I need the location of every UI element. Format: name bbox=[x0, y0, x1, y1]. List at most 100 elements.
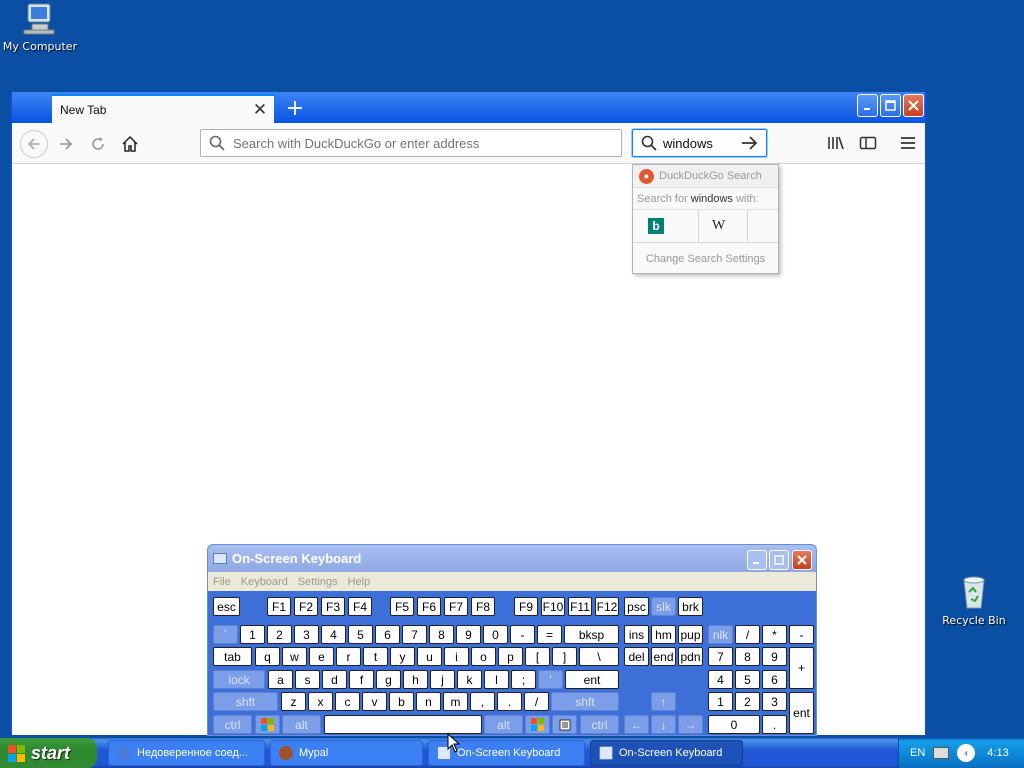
key-minus[interactable]: - bbox=[510, 625, 535, 644]
key-num-3[interactable]: 3 bbox=[762, 692, 787, 711]
key-equals[interactable]: = bbox=[537, 625, 562, 644]
search-go-button[interactable] bbox=[738, 132, 760, 154]
key-m[interactable]: m bbox=[443, 692, 468, 711]
keyboard-tray-icon[interactable] bbox=[933, 747, 950, 759]
key-comma[interactable]: , bbox=[470, 692, 495, 711]
key-win-right[interactable] bbox=[525, 715, 550, 734]
key-num-multiply[interactable]: * bbox=[762, 625, 787, 644]
key-8[interactable]: 8 bbox=[429, 625, 454, 644]
key-f[interactable]: f bbox=[349, 670, 374, 689]
key-num-plus[interactable]: + bbox=[789, 647, 814, 689]
key-arrow-down[interactable]: ↓ bbox=[651, 715, 676, 734]
key-end[interactable]: end bbox=[651, 647, 676, 666]
key-backtick[interactable]: ` bbox=[213, 625, 238, 644]
language-indicator[interactable]: EN bbox=[910, 747, 925, 759]
key-rbracket[interactable]: ] bbox=[552, 647, 577, 666]
change-search-settings-button[interactable]: Change Search Settings bbox=[633, 243, 778, 274]
key-ctrl-right[interactable]: ctrl bbox=[580, 715, 619, 734]
tab-new-tab[interactable]: New Tab ✕ bbox=[52, 94, 274, 123]
new-tab-button[interactable]: + bbox=[282, 95, 308, 121]
key-numlock[interactable]: nlk bbox=[708, 625, 733, 644]
recycle-bin-icon[interactable]: Recycle Bin bbox=[934, 574, 1014, 627]
key-f9[interactable]: F9 bbox=[514, 597, 538, 616]
taskbar-item-osk-2[interactable]: On-Screen Keyboard bbox=[590, 740, 743, 766]
address-input[interactable] bbox=[233, 135, 613, 151]
key-0[interactable]: 0 bbox=[483, 625, 508, 644]
my-computer-icon[interactable]: My Computer bbox=[0, 2, 80, 53]
key-num-minus[interactable]: - bbox=[789, 625, 814, 644]
key-shift-right[interactable]: shft bbox=[551, 692, 619, 711]
clock[interactable]: 4:13 bbox=[987, 747, 1008, 759]
key-arrow-left[interactable]: ← bbox=[624, 715, 649, 734]
key-brk[interactable]: brk bbox=[678, 597, 703, 616]
key-5[interactable]: 5 bbox=[348, 625, 373, 644]
key-ctrl-left[interactable]: ctrl bbox=[213, 715, 252, 734]
library-button[interactable] bbox=[824, 131, 848, 155]
key-num-7[interactable]: 7 bbox=[708, 647, 733, 666]
key-w[interactable]: w bbox=[282, 647, 307, 666]
key-r[interactable]: r bbox=[336, 647, 361, 666]
key-menu[interactable] bbox=[552, 715, 577, 734]
key-f12[interactable]: F12 bbox=[595, 597, 619, 616]
maximize-button[interactable] bbox=[880, 94, 901, 117]
bing-engine-button[interactable]: b bbox=[648, 210, 698, 243]
key-6[interactable]: 6 bbox=[375, 625, 400, 644]
reload-button[interactable] bbox=[84, 130, 112, 158]
key-tab[interactable]: tab bbox=[213, 647, 252, 666]
key-quote[interactable]: ' bbox=[538, 670, 563, 689]
key-f3[interactable]: F3 bbox=[321, 597, 345, 616]
key-h[interactable]: h bbox=[403, 670, 428, 689]
key-l[interactable]: l bbox=[484, 670, 509, 689]
key-ins[interactable]: ins bbox=[624, 625, 649, 644]
key-pgdn[interactable]: pdn bbox=[678, 647, 703, 666]
key-capslock[interactable]: lock bbox=[213, 670, 265, 689]
key-1[interactable]: 1 bbox=[240, 625, 265, 644]
key-num-divide[interactable]: / bbox=[735, 625, 760, 644]
key-num-2[interactable]: 2 bbox=[735, 692, 760, 711]
key-num-6[interactable]: 6 bbox=[762, 670, 787, 689]
key-slk[interactable]: slk bbox=[651, 597, 676, 616]
back-button[interactable] bbox=[20, 130, 48, 158]
key-f2[interactable]: F2 bbox=[294, 597, 318, 616]
key-lbracket[interactable]: [ bbox=[525, 647, 550, 666]
key-shift-left[interactable]: shft bbox=[213, 692, 278, 711]
key-period[interactable]: . bbox=[497, 692, 522, 711]
key-c[interactable]: c bbox=[335, 692, 360, 711]
key-pgup[interactable]: pup bbox=[678, 625, 703, 644]
search-bar[interactable] bbox=[632, 129, 767, 157]
hamburger-menu-button[interactable] bbox=[896, 131, 920, 155]
key-2[interactable]: 2 bbox=[267, 625, 292, 644]
key-f6[interactable]: F6 bbox=[417, 597, 441, 616]
key-slash[interactable]: / bbox=[524, 692, 549, 711]
key-psc[interactable]: psc bbox=[624, 597, 649, 616]
key-j[interactable]: j bbox=[430, 670, 455, 689]
osk-maximize-button[interactable] bbox=[769, 550, 789, 570]
key-win-left[interactable] bbox=[255, 715, 280, 734]
key-q[interactable]: q bbox=[255, 647, 280, 666]
osk-close-button[interactable] bbox=[792, 550, 812, 570]
start-button[interactable]: start bbox=[0, 738, 97, 768]
key-arrow-right[interactable]: → bbox=[678, 715, 703, 734]
key-k[interactable]: k bbox=[457, 670, 482, 689]
home-button[interactable] bbox=[116, 130, 144, 158]
key-alt-right[interactable]: alt bbox=[484, 715, 523, 734]
close-window-button[interactable] bbox=[903, 94, 924, 117]
key-alt-left[interactable]: alt bbox=[282, 715, 321, 734]
key-arrow-up[interactable]: ↑ bbox=[651, 692, 676, 711]
key-num-1[interactable]: 1 bbox=[708, 692, 733, 711]
key-f10[interactable]: F10 bbox=[541, 597, 565, 616]
key-v[interactable]: v bbox=[362, 692, 387, 711]
key-g[interactable]: g bbox=[376, 670, 401, 689]
key-t[interactable]: t bbox=[363, 647, 388, 666]
search-input[interactable] bbox=[663, 135, 738, 151]
key-num-5[interactable]: 5 bbox=[735, 670, 760, 689]
key-del[interactable]: del bbox=[624, 647, 649, 666]
close-tab-icon[interactable]: ✕ bbox=[250, 100, 270, 120]
key-space[interactable] bbox=[324, 715, 482, 734]
key-semicolon[interactable]: ; bbox=[511, 670, 536, 689]
menu-help[interactable]: Help bbox=[348, 576, 371, 588]
wikipedia-engine-button[interactable]: W bbox=[698, 209, 748, 243]
chevron-left-icon[interactable]: ‹ bbox=[957, 744, 976, 762]
key-y[interactable]: y bbox=[390, 647, 415, 666]
key-p[interactable]: p bbox=[498, 647, 523, 666]
